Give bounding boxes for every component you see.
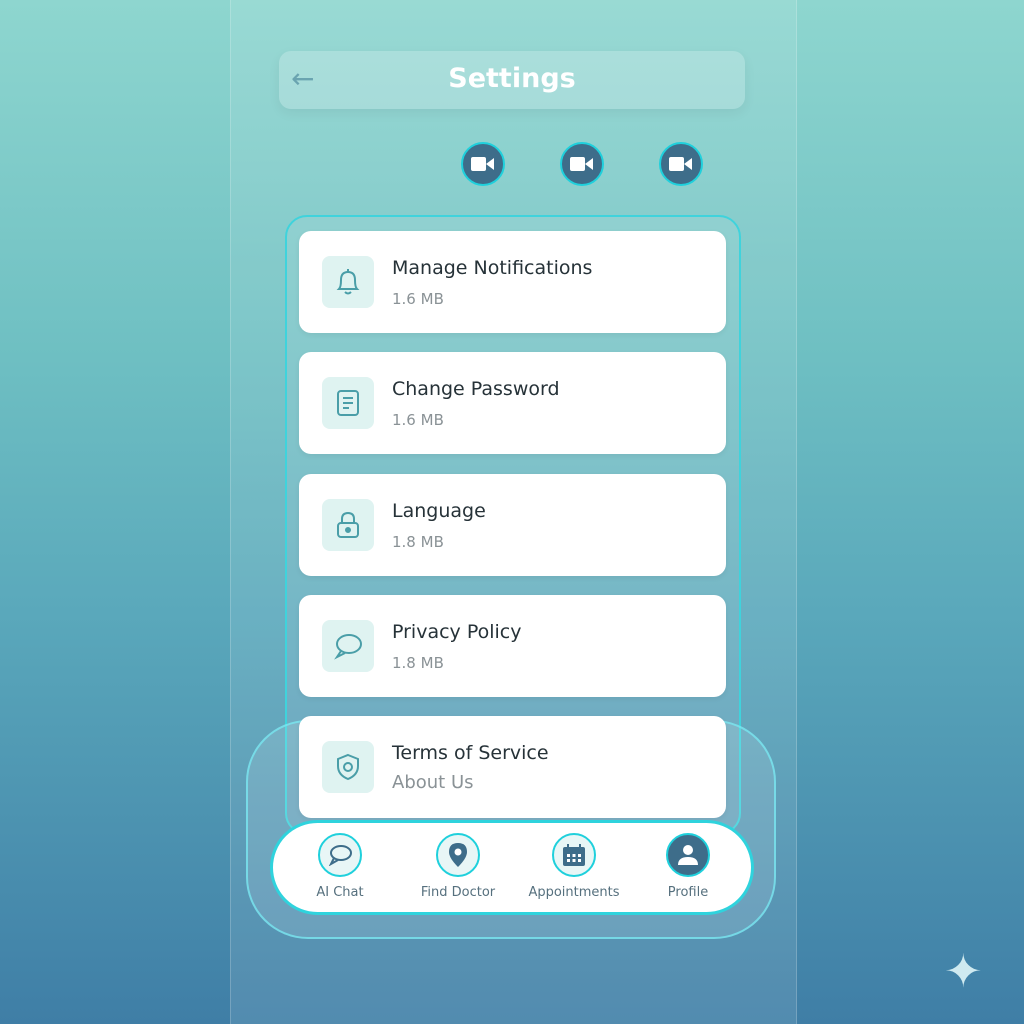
- setting-label: Privacy Policy: [392, 621, 522, 643]
- chat-bubble-icon: [318, 833, 362, 877]
- header-bar: ← Settings: [279, 51, 745, 109]
- map-pin-icon: [436, 833, 480, 877]
- setting-label: Language: [392, 500, 486, 522]
- shield-icon: [322, 741, 374, 793]
- setting-language[interactable]: Language 1.8 MB: [299, 474, 726, 576]
- video-call-button-1[interactable]: [461, 142, 505, 186]
- video-camera-icon: [471, 157, 494, 171]
- nav-label: AI Chat: [316, 885, 364, 900]
- nav-label: Profile: [667, 885, 709, 900]
- user-icon: [666, 833, 710, 877]
- nav-label: Find Doctor: [420, 885, 496, 900]
- setting-sub: 1.8 MB: [392, 654, 444, 672]
- video-camera-icon: [570, 157, 593, 171]
- document-icon: [322, 377, 374, 429]
- video-call-button-2[interactable]: [560, 142, 604, 186]
- setting-sub: 1.6 MB: [392, 411, 444, 429]
- setting-sub: About Us: [392, 772, 474, 793]
- lock-icon: [322, 499, 374, 551]
- setting-sub: 1.6 MB: [392, 290, 444, 308]
- setting-change-password[interactable]: Change Password 1.6 MB: [299, 352, 726, 454]
- calendar-icon: [552, 833, 596, 877]
- setting-privacy-policy[interactable]: Privacy Policy 1.8 MB: [299, 595, 726, 697]
- page-title: Settings: [448, 63, 576, 94]
- nav-label: Appointments: [528, 885, 620, 900]
- setting-manage-notifications[interactable]: Manage Notifications 1.6 MB: [299, 231, 726, 333]
- bell-icon: [322, 256, 374, 308]
- video-camera-icon: [669, 157, 692, 171]
- nav-appointments[interactable]: Appointments: [519, 833, 629, 900]
- setting-sub: 1.8 MB: [392, 533, 444, 551]
- chat-bubble-icon: [322, 620, 374, 672]
- setting-label: Change Password: [392, 378, 560, 400]
- setting-terms-of-service[interactable]: Terms of Service About Us: [299, 716, 726, 818]
- video-call-button-3[interactable]: [659, 142, 703, 186]
- nav-ai-chat[interactable]: AI Chat: [285, 833, 395, 900]
- sparkle-icon: ✦: [944, 944, 983, 998]
- bottom-nav: AI Chat Find Doctor Appointments Profile: [270, 820, 754, 915]
- setting-label: Manage Notifications: [392, 257, 593, 279]
- setting-label: Terms of Service: [392, 742, 549, 764]
- nav-profile[interactable]: Profile: [633, 833, 743, 900]
- nav-find-doctor[interactable]: Find Doctor: [403, 833, 513, 900]
